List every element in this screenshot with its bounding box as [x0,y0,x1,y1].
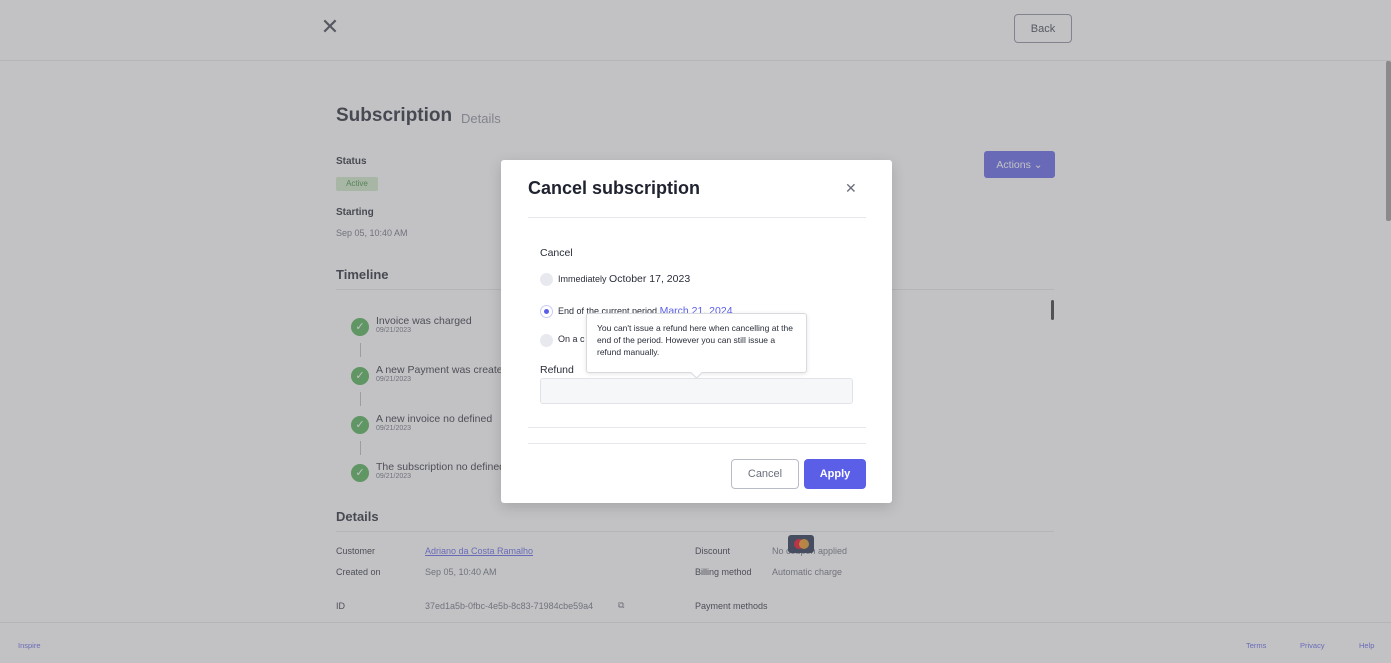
refund-input[interactable] [540,378,853,404]
apply-button[interactable]: Apply [804,459,866,489]
radio-on-a-date[interactable] [540,334,553,347]
option-immediately[interactable]: Immediately October 17, 2023 [558,273,690,285]
refund-tooltip: You can't issue a refund here when cance… [586,313,807,373]
divider [528,443,866,444]
cancel-subscription-modal: Cancel subscription ✕ Cancel Immediately… [501,160,892,503]
close-icon[interactable]: ✕ [845,180,857,197]
divider [528,427,866,428]
option-label: On a c [558,334,585,344]
cancel-section-label: Cancel [540,247,573,259]
modal-title: Cancel subscription [528,178,701,198]
cancel-button[interactable]: Cancel [731,459,799,489]
option-date: October 17, 2023 [609,273,691,285]
radio-end-of-period[interactable] [540,305,553,318]
radio-immediately[interactable] [540,273,553,286]
option-on-a-date[interactable]: On a c [558,334,585,344]
divider [528,217,866,218]
refund-label: Refund [540,364,574,376]
option-label: Immediately [558,274,607,284]
